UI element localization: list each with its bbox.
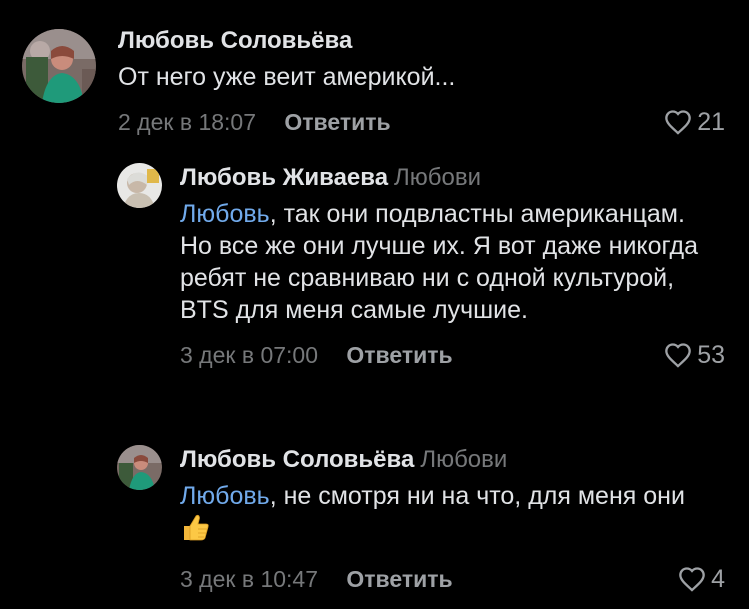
heart-icon <box>665 343 692 368</box>
author-name[interactable]: Любовь Живаева <box>180 164 388 191</box>
comment-header: Любовь Живаева Любови <box>180 163 725 193</box>
comment-meta: 3 дек в 07:00 Ответить 53 <box>180 338 725 372</box>
comment-body: , не смотря ни на что, для меня они <box>269 482 685 510</box>
thumbs-up-emoji <box>180 512 210 550</box>
avatar[interactable] <box>22 29 96 103</box>
comment-text: От него уже веит америкой... <box>118 61 725 93</box>
like-count: 4 <box>711 565 725 593</box>
comment-date[interactable]: 3 дек в 07:00 <box>180 342 318 368</box>
heart-icon <box>679 567 705 592</box>
author-name[interactable]: Любовь Соловьёва <box>118 27 352 54</box>
avatar[interactable] <box>117 445 162 490</box>
like-button[interactable]: 4 <box>678 562 725 596</box>
reply-button[interactable]: Ответить <box>346 566 452 592</box>
like-button[interactable]: 53 <box>664 338 725 372</box>
comment-body: От него уже веит америкой... <box>118 63 456 91</box>
reply-to-label[interactable]: Любови <box>394 164 481 191</box>
reply-button[interactable]: Ответить <box>284 109 390 135</box>
mention-link[interactable]: Любовь <box>180 482 270 510</box>
like-button[interactable]: 21 <box>664 105 725 139</box>
comment-header: Любовь Соловьёва Любови <box>180 445 725 475</box>
comment-meta: 2 дек в 18:07 Ответить 21 <box>118 105 725 139</box>
comment-header: Любовь Соловьёва <box>118 26 725 56</box>
comment-text: Любовь, так они подвластны американцам. … <box>180 198 700 326</box>
author-name[interactable]: Любовь Соловьёва <box>180 446 414 473</box>
like-count: 53 <box>697 341 725 369</box>
like-count: 21 <box>697 108 725 136</box>
comment-date[interactable]: 2 дек в 18:07 <box>118 109 256 135</box>
comment-meta: 3 дек в 10:47 Ответить 4 <box>180 562 725 596</box>
avatar[interactable] <box>117 163 162 208</box>
reply-to-label[interactable]: Любови <box>420 446 507 473</box>
comment-date[interactable]: 3 дек в 10:47 <box>180 566 318 592</box>
mention-link[interactable]: Любовь <box>180 200 270 228</box>
heart-icon <box>665 110 692 135</box>
comment-text: Любовь, не смотря ни на что, для меня он… <box>180 480 720 550</box>
reply-button[interactable]: Ответить <box>346 342 452 368</box>
